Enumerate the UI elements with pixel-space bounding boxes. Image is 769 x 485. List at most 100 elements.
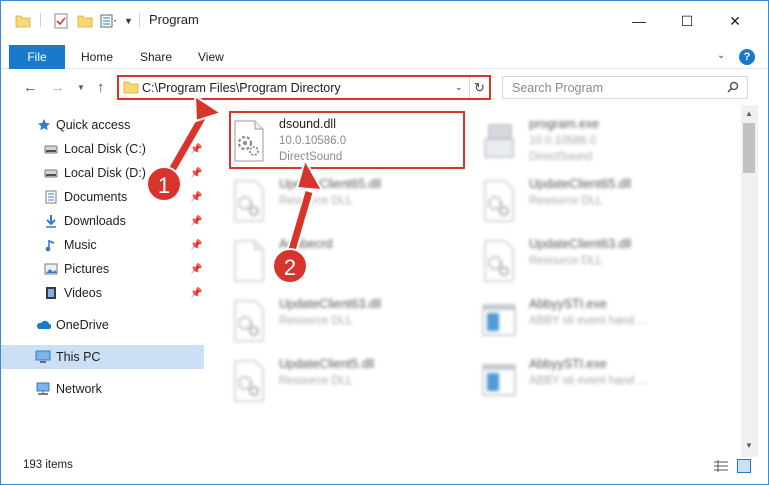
file-item[interactable]: program.exe 10.0.10586.0 DirectSound: [463, 111, 701, 167]
file-description: Resource DLL: [279, 315, 353, 327]
dll-file-icon: [231, 359, 267, 403]
sidebar-item-onedrive[interactable]: OneDrive: [1, 313, 204, 337]
scroll-thumb[interactable]: [743, 123, 755, 173]
sidebar-item-label: Pictures: [64, 262, 110, 276]
file-highlight-box: [229, 111, 465, 169]
sidebar-item-label: This PC: [56, 350, 101, 364]
maximize-button[interactable]: ☐: [664, 1, 710, 41]
star-icon: [36, 117, 52, 133]
file-item[interactable]: Adobecrd file: [213, 231, 451, 287]
videos-icon: [43, 285, 59, 301]
details-view-icon[interactable]: [713, 460, 729, 472]
sidebar-item-quick-access[interactable]: Quick access: [1, 113, 204, 137]
pin-icon: 📌: [190, 215, 203, 227]
search-input[interactable]: Search Program: [512, 81, 603, 95]
sidebar-item-label: Local Disk (C:): [64, 142, 146, 156]
file-item[interactable]: UpdateClient5.dll Resource DLL: [213, 351, 451, 407]
search-icon: [727, 81, 739, 96]
downloads-icon: [43, 213, 59, 229]
file-item[interactable]: AbbyySTI.exe ABBY sti event hand ...: [463, 351, 701, 407]
step-badge-2: 2: [272, 248, 308, 284]
sidebar-item-label: Documents: [64, 190, 128, 204]
music-icon: [43, 237, 59, 253]
status-bar: 193 items: [1, 455, 768, 477]
file-name: UpdateClient65.dll: [279, 177, 382, 191]
drive-icon: [43, 165, 59, 181]
tab-share[interactable]: Share: [140, 45, 172, 69]
file-item[interactable]: AbbyySTI.exe ABBY sti event hand ...: [463, 291, 701, 347]
forward-arrow-icon[interactable]: →: [50, 79, 65, 96]
back-arrow-icon[interactable]: ←: [23, 79, 38, 96]
search-box[interactable]: Search Program: [502, 76, 748, 99]
file-name: AbbyySTI.exe: [529, 297, 607, 311]
ribbon-tabs: File Home Share View ⌄ ?: [1, 45, 768, 69]
help-icon[interactable]: ?: [739, 49, 755, 65]
pin-icon: 📌: [190, 263, 203, 275]
this-pc-icon: [35, 349, 51, 365]
file-name: UpdateClient65.dll: [529, 177, 632, 191]
item-count: 193 items: [23, 459, 73, 471]
vertical-scrollbar[interactable]: ▲ ▼: [741, 105, 758, 457]
new-folder-icon[interactable]: [77, 11, 93, 31]
file-description: ABBY sti event hand ...: [529, 315, 648, 327]
toolbar-separator: [40, 13, 41, 27]
tab-home[interactable]: Home: [81, 45, 113, 69]
sidebar-item-label: Quick access: [56, 118, 131, 132]
sidebar-item-pictures[interactable]: Pictures 📌: [1, 257, 204, 281]
recent-locations-chevron-icon[interactable]: ▼: [77, 83, 85, 92]
pictures-icon: [43, 261, 59, 277]
window-title: Program: [149, 12, 199, 27]
scroll-down-icon[interactable]: ▼: [745, 441, 753, 450]
close-button[interactable]: ✕: [712, 1, 758, 41]
pin-icon: 📌: [190, 287, 203, 299]
sidebar-item-downloads[interactable]: Downloads 📌: [1, 209, 204, 233]
minimize-button[interactable]: —: [616, 1, 662, 41]
file-item[interactable]: UpdateClient65.dll Resource DLL: [213, 171, 451, 227]
navigation-pane: Quick access Local Disk (C:) 📌 Local Dis…: [1, 109, 207, 449]
tiles-view-icon[interactable]: [737, 459, 751, 473]
dll-file-icon: [481, 179, 517, 223]
refresh-icon[interactable]: ↻: [469, 77, 489, 98]
scroll-up-icon[interactable]: ▲: [745, 109, 753, 118]
file-description: Resource DLL: [279, 195, 353, 207]
sidebar-item-videos[interactable]: Videos 📌: [1, 281, 204, 305]
expand-ribbon-icon[interactable]: ⌄: [717, 50, 725, 61]
network-icon: [35, 381, 51, 397]
file-name: UpdateClient63.dll: [529, 237, 632, 251]
blank-file-icon: [231, 239, 267, 283]
pin-icon: 📌: [190, 167, 203, 179]
address-path[interactable]: C:\Program Files\Program Directory: [142, 81, 341, 95]
step-badge-1: 1: [146, 166, 182, 202]
address-dropdown-icon[interactable]: ⌄: [455, 82, 463, 93]
sidebar-item-label: Network: [56, 382, 102, 396]
customize-chevron-icon[interactable]: ▼: [124, 11, 134, 31]
exe-file-icon: [481, 119, 517, 163]
up-arrow-icon[interactable]: ↑: [97, 79, 105, 96]
onedrive-icon: [35, 317, 51, 333]
pin-icon: 📌: [190, 191, 203, 203]
file-name: UpdateClient5.dll: [279, 357, 375, 371]
file-name: UpdateClient63.dll: [279, 297, 382, 311]
drive-icon: [43, 141, 59, 157]
file-item[interactable]: UpdateClient65.dll Resource DLL: [463, 171, 701, 227]
file-description: DirectSound: [529, 151, 593, 163]
address-bar[interactable]: C:\Program Files\Program Directory ⌄ ↻: [117, 75, 491, 100]
properties-icon[interactable]: [100, 11, 120, 31]
file-version: 10.0.10586.0: [529, 135, 597, 147]
file-description: ABBY sti event hand ...: [529, 375, 648, 387]
tab-file[interactable]: File: [9, 45, 65, 69]
sidebar-item-network[interactable]: Network: [1, 377, 204, 401]
documents-icon: [43, 189, 59, 205]
sidebar-item-this-pc[interactable]: This PC: [1, 345, 204, 369]
exe-file-icon: [481, 359, 517, 403]
dll-file-icon: [231, 299, 267, 343]
sidebar-item-local-disk-c[interactable]: Local Disk (C:) 📌: [1, 137, 204, 161]
properties-check-icon[interactable]: [53, 11, 69, 31]
file-item[interactable]: UpdateClient63.dll Resource DLL: [213, 291, 451, 347]
sidebar-item-label: Videos: [64, 286, 102, 300]
folder-icon[interactable]: [15, 11, 31, 31]
sidebar-item-music[interactable]: Music 📌: [1, 233, 204, 257]
sidebar-item-label: Local Disk (D:): [64, 166, 146, 180]
file-item[interactable]: UpdateClient63.dll Resource DLL: [463, 231, 701, 287]
tab-view[interactable]: View: [198, 45, 224, 69]
